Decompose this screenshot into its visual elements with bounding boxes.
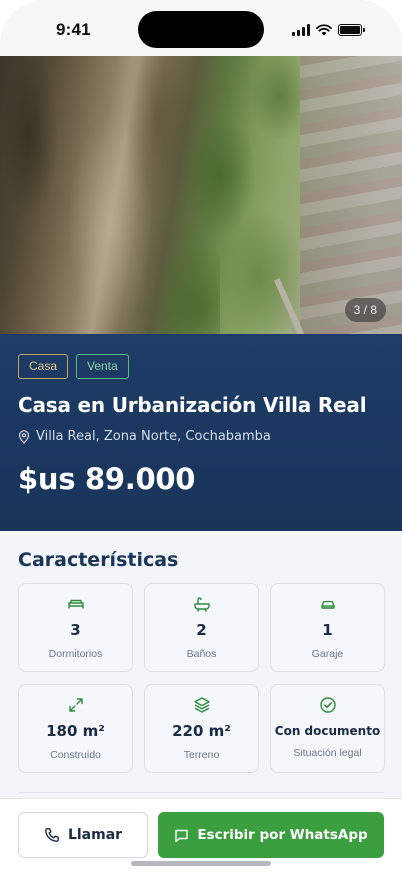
whatsapp-button[interactable]: Escribir por WhatsApp <box>158 812 384 858</box>
location-text: Villa Real, Zona Norte, Cochabamba <box>36 429 271 444</box>
phone-screen: 9:41 3 / 8 Casa Venta Casa en Urbanizaci… <box>0 0 402 874</box>
features-title: Características <box>18 549 179 571</box>
operation-tag: Venta <box>76 354 129 379</box>
feature-label: Construido <box>50 749 101 761</box>
feature-value: 3 <box>70 621 81 639</box>
location-pin-icon <box>18 429 30 444</box>
home-indicator[interactable] <box>131 861 271 866</box>
aerial-photo-houses <box>300 56 402 334</box>
dynamic-island <box>138 11 264 48</box>
listing-title: Casa en Urbanización Villa Real <box>18 393 367 417</box>
features-grid: 3 Dormitorios 2 Baños 1 Garaje 180 m² Co… <box>18 583 385 773</box>
call-button-label: Llamar <box>67 827 123 843</box>
property-photo-gallery[interactable]: 3 / 8 <box>0 56 402 334</box>
check-circle-icon <box>319 697 336 713</box>
feature-value: 1 <box>322 621 333 639</box>
feature-value: 220 m² <box>172 722 231 740</box>
feature-bathrooms: 2 Baños <box>144 583 259 672</box>
listing-location: Villa Real, Zona Norte, Cochabamba <box>18 429 384 444</box>
section-divider <box>18 792 384 793</box>
feature-value: 180 m² <box>46 722 105 740</box>
listing-tags: Casa Venta <box>18 354 384 379</box>
bed-icon <box>67 599 84 609</box>
wifi-icon <box>316 24 332 36</box>
feature-value: Con documento <box>274 724 381 738</box>
battery-icon <box>338 24 365 36</box>
phone-icon <box>45 828 59 842</box>
feature-label: Terreno <box>183 749 220 761</box>
status-bar: 9:41 <box>0 0 402 56</box>
photo-counter: 3 / 8 <box>344 298 386 322</box>
listing-price: $us 89.000 <box>18 462 196 496</box>
feature-value: 2 <box>196 621 207 639</box>
feature-built-area: 180 m² Construido <box>18 684 133 773</box>
call-button[interactable]: Llamar <box>18 812 148 858</box>
feature-legal-status: Con documento Situación legal <box>270 684 385 773</box>
listing-header: Casa Venta Casa en Urbanización Villa Re… <box>0 334 402 531</box>
status-time: 9:41 <box>56 20 91 39</box>
chat-icon <box>175 829 189 842</box>
bathtub-icon <box>193 597 210 612</box>
aerial-photo-gardens <box>160 56 320 334</box>
feature-label: Situación legal <box>293 747 362 759</box>
feature-label: Baños <box>186 648 217 660</box>
feature-bedrooms: 3 Dormitorios <box>18 583 133 672</box>
feature-garage: 1 Garaje <box>270 583 385 672</box>
expand-icon <box>68 698 83 712</box>
feature-label: Dormitorios <box>48 648 103 660</box>
status-icons <box>292 24 365 36</box>
features-section: Características 3 Dormitorios 2 Baños 1 … <box>0 531 402 773</box>
layers-icon <box>193 697 210 713</box>
feature-land-area: 220 m² Terreno <box>144 684 259 773</box>
feature-label: Garaje <box>311 648 344 660</box>
whatsapp-button-label: Escribir por WhatsApp <box>197 827 368 843</box>
property-type-tag: Casa <box>18 354 69 379</box>
cellular-signal-icon <box>292 24 310 36</box>
contact-action-bar: Llamar Escribir por WhatsApp <box>0 798 402 874</box>
car-icon <box>320 600 335 609</box>
